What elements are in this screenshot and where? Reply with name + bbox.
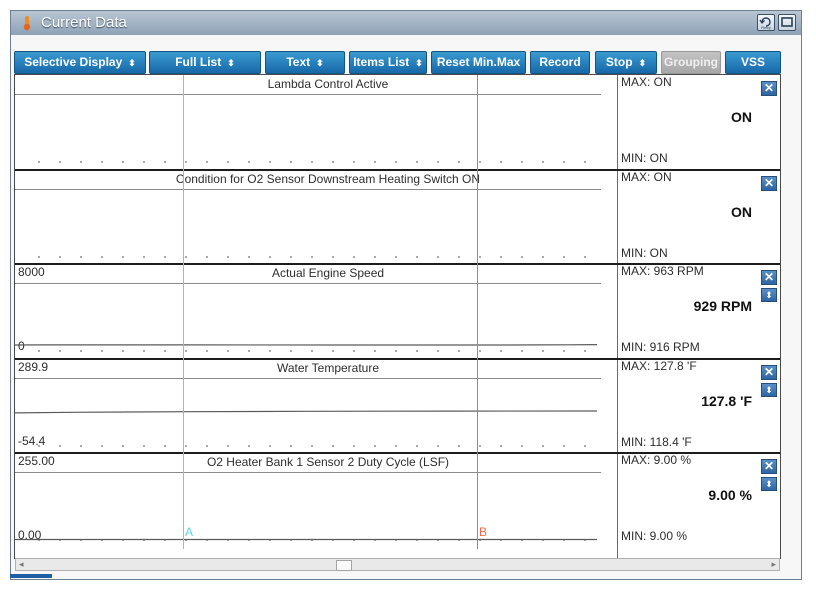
panel-graph (15, 538, 597, 541)
scroll-left-icon[interactable]: ◂ (19, 559, 24, 570)
text-button[interactable]: Text ⬍ (265, 51, 345, 74)
panel-title: Condition for O2 Sensor Downstream Heati… (175, 171, 481, 186)
close-icon[interactable]: ✕ (761, 81, 777, 96)
panel-graph (38, 255, 586, 258)
scroll-thumb[interactable] (336, 560, 352, 571)
scale-max-label: 8000 (18, 265, 45, 279)
button-label: VSS (740, 55, 765, 69)
current-value: ON (731, 109, 752, 125)
button-label: Reset Min.Max (436, 55, 521, 69)
record-button[interactable]: Record (530, 51, 590, 74)
max-value: MAX: 127.8 'F (621, 358, 697, 373)
current-value: 929 RPM (693, 298, 752, 314)
button-label: Full List (175, 55, 222, 69)
button-label: Stop (605, 55, 633, 69)
panel-title: O2 Heater Bank 1 Sensor 2 Duty Cycle (LS… (206, 455, 450, 469)
items-list-button[interactable]: Items List ⬍ (349, 51, 427, 74)
panel-graph (15, 409, 598, 447)
min-value: MIN: 916 RPM (621, 340, 700, 354)
scroll-right-icon[interactable]: ▸ (771, 559, 776, 570)
panel-graph (38, 161, 586, 163)
close-icon[interactable]: ✕ (761, 175, 777, 191)
button-label: Items List (353, 55, 410, 69)
close-icon[interactable]: ✕ (761, 270, 777, 285)
cursor-a-label: A (185, 525, 194, 539)
panel-separator (15, 357, 617, 360)
thermometer-icon (23, 16, 31, 31)
taskbar-accent (10, 574, 52, 578)
min-value: MIN: 9.00 % (621, 529, 688, 543)
full-list-button[interactable]: Full List ⬍ (149, 51, 261, 74)
title-bar: Current Data Retry (11, 11, 801, 36)
move-icon[interactable]: ⬍ (761, 382, 777, 397)
dropdown-arrow-icon: ⬍ (227, 58, 235, 68)
panel-title: Water Temperature (276, 360, 380, 375)
max-value: MAX: 9.00 % (621, 453, 692, 467)
current-value: 127.8 'F (701, 392, 752, 409)
retry-label: Retry (761, 25, 771, 30)
panel-separator (15, 168, 617, 171)
min-value: MIN: 118.4 'F (621, 434, 692, 449)
maximize-button[interactable] (778, 14, 796, 31)
dropdown-arrow-icon: ⬍ (415, 58, 423, 68)
cursor-b-label: B (479, 525, 488, 539)
grouping-button: Grouping (661, 51, 721, 74)
stop-button[interactable]: Stop ⬍ (595, 51, 657, 74)
current-value: ON (731, 203, 752, 220)
panel-separator (15, 263, 617, 265)
panel-title: Lambda Control Active (267, 77, 389, 91)
window-title: Current Data (41, 14, 127, 31)
horizontal-scrollbar[interactable]: ◂ ▸ (15, 558, 780, 571)
panel-graph (15, 344, 598, 352)
min-value: MIN: ON (621, 245, 668, 260)
dropdown-arrow-icon: ⬍ (316, 58, 324, 68)
current-value: 9.00 % (708, 487, 752, 503)
retry-button[interactable]: Retry (757, 14, 775, 31)
move-icon[interactable]: ⬍ (761, 288, 777, 302)
window-restore-icon (781, 17, 793, 27)
button-label: Record (539, 55, 581, 69)
retry-icon: Retry (759, 17, 771, 30)
max-value: MAX: ON (621, 75, 672, 89)
vss-button[interactable]: VSS (725, 51, 781, 74)
panel-title: Actual Engine Speed (271, 266, 385, 280)
button-label: Selective Display (24, 55, 123, 69)
button-label: Grouping (664, 55, 718, 69)
cursor-b-line[interactable] (477, 75, 478, 549)
min-value: MIN: ON (621, 151, 668, 165)
dropdown-arrow-icon: ⬍ (128, 58, 136, 68)
move-icon[interactable]: ⬍ (761, 477, 777, 491)
cursor-a-line[interactable] (183, 75, 184, 549)
value-column-divider (617, 75, 618, 558)
close-icon[interactable]: ✕ (761, 364, 777, 380)
dropdown-arrow-icon: ⬍ (638, 58, 647, 68)
series-line (15, 409, 598, 413)
panel-separator (15, 452, 617, 454)
reset-min-max-button[interactable]: Reset Min.Max (431, 51, 526, 74)
max-value: MAX: ON (621, 169, 672, 184)
max-value: MAX: 963 RPM (621, 264, 704, 278)
button-label: Text (286, 55, 311, 69)
selective-display-button[interactable]: Selective Display ⬍ (14, 51, 146, 74)
scale-max-label: 289.9 (18, 359, 49, 374)
close-icon[interactable]: ✕ (761, 459, 777, 474)
scale-max-label: 255.00 (18, 454, 55, 468)
plot-area: Lambda Control Active MAX: ON MIN: ON ON ✕ Co… (14, 74, 781, 559)
